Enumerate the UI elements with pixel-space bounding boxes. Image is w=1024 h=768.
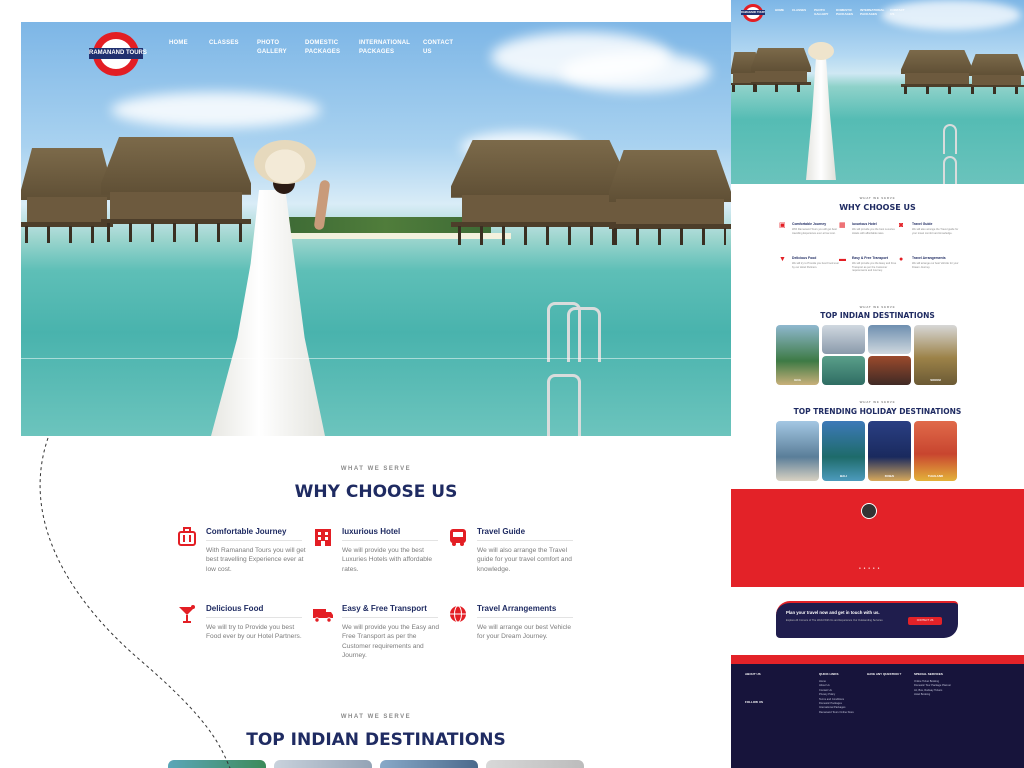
carousel-dots[interactable]: ● ● ● ● ● xyxy=(859,566,880,570)
hotel-icon: ▦ xyxy=(839,222,846,229)
truck-icon: ▬ xyxy=(839,256,846,263)
site-footer: ABOUT US FOLLOW US QUICK LINKS Home Abou… xyxy=(731,655,1024,768)
cocktail-icon: ▼ xyxy=(779,256,786,263)
cta-banner: Plan your travel now and get in touch wi… xyxy=(776,601,958,638)
footer-heading: HAVE ANY QUESTION ? xyxy=(867,672,902,676)
destination-card[interactable] xyxy=(868,356,911,385)
footer-questions: HAVE ANY QUESTION ? xyxy=(867,672,901,680)
destination-label: SIKKIM xyxy=(930,378,941,382)
nav-international-packages[interactable]: INTERNATIONAL PACKAGES xyxy=(860,8,884,23)
footer-heading: FOLLOW US xyxy=(745,700,763,704)
destination-label: THAILAND xyxy=(927,474,944,478)
full-page-preview: RAMANAND TOURS HOME CLASSES PHOTO GALLER… xyxy=(731,0,1024,768)
section-eyebrow: WHAT WE SERVE xyxy=(859,196,896,200)
feature-title: Comfortable Journey xyxy=(792,222,827,226)
globe-icon: ● xyxy=(899,256,904,263)
logo-text: RAMANAND TOURS xyxy=(741,10,765,15)
destination-card[interactable] xyxy=(776,421,819,481)
contact-us-button[interactable]: CONTACT US xyxy=(908,617,942,625)
feature-text: We will arrange our best Vehicle for you… xyxy=(912,262,959,269)
feature-text: We will try to Provide you best Food eve… xyxy=(792,262,840,269)
feature-text: We will provide you the Easy and Free Tr… xyxy=(852,262,897,273)
feature-title: Travel Guide xyxy=(912,222,933,226)
destination-card[interactable] xyxy=(822,356,865,385)
avatar xyxy=(861,503,877,519)
screenshot-stage: RAMANAND TOURS HOME CLASSES PHOTO GALLER… xyxy=(0,0,1024,768)
destination-label: DUBAI xyxy=(884,474,895,478)
feature-title: Travel Arrangements xyxy=(912,256,946,260)
footer-heading: ABOUT US xyxy=(745,672,761,676)
destination-card[interactable]: BALI xyxy=(822,421,865,481)
destination-card[interactable]: SIKKIM xyxy=(914,325,957,385)
luggage-icon: ▣ xyxy=(779,222,786,229)
feature-text: We will also arrange the Travel guide fo… xyxy=(912,228,959,235)
feature-title: Easy & Free Transport xyxy=(852,256,888,260)
brand-logo[interactable]: RAMANAND TOURS xyxy=(741,3,765,23)
section-eyebrow: WHAT WE SERVE xyxy=(859,305,896,309)
water-villa xyxy=(751,48,811,92)
footer-heading: SPECIAL SERVICES xyxy=(914,672,943,676)
footer-special-services: SPECIAL SERVICES Online Ticket Booking D… xyxy=(914,672,951,698)
nav-classes[interactable]: CLASSES xyxy=(792,8,806,23)
cta-subtitle: Explore All Corners of The World With Us… xyxy=(786,619,883,622)
cta-title: Plan your travel now and get in touch wi… xyxy=(786,610,880,615)
feature-text: We will provide you the best Luxuries Ho… xyxy=(852,228,895,235)
destination-label: BALI xyxy=(840,474,847,478)
destination-label: GOA xyxy=(794,378,801,382)
pool-ladder xyxy=(943,124,957,154)
destination-card[interactable] xyxy=(868,325,911,354)
feature-title: Delicious Food xyxy=(792,256,817,260)
section-title: TOP INDIAN DESTINATIONS xyxy=(820,311,935,320)
destination-card[interactable]: DUBAI xyxy=(868,421,911,481)
section-title: WHY CHOOSE US xyxy=(839,203,916,212)
destination-card[interactable]: THAILAND xyxy=(914,421,957,481)
footer-quick-links: QUICK LINKS Home About Us Contact Us Pri… xyxy=(819,672,854,715)
nav-home[interactable]: HOME xyxy=(775,8,784,23)
feature-text: With Ramanand Tours you will get best tr… xyxy=(792,228,837,235)
nav-photo-gallery[interactable]: PHOTO GALLERY xyxy=(814,8,828,23)
nav-menu: HOME CLASSES PHOTO GALLERY DOMESTIC PACK… xyxy=(775,8,912,23)
footer-heading: QUICK LINKS xyxy=(819,672,839,676)
feature-title: luxurious Hotel xyxy=(852,222,877,226)
preview-hero: RAMANAND TOURS HOME CLASSES PHOTO GALLER… xyxy=(731,0,1024,184)
water-villa xyxy=(901,50,973,94)
section-title: TOP TRENDING HOLIDAY DESTINATIONS xyxy=(793,407,962,416)
footer-link[interactable]: Hotel Booking xyxy=(914,693,951,697)
pool-ladder xyxy=(943,156,957,184)
footer-contact-bar xyxy=(731,655,1024,664)
sun-hat xyxy=(808,42,834,60)
destination-card[interactable] xyxy=(822,325,865,354)
preview-navbar: RAMANAND TOURS HOME CLASSES PHOTO GALLER… xyxy=(741,3,912,23)
nav-contact-us[interactable]: CONTACT US xyxy=(890,8,904,23)
testimonial-section: ● ● ● ● ● xyxy=(731,489,1024,587)
destination-card[interactable]: GOA xyxy=(776,325,819,385)
section-eyebrow: WHAT WE SERVE xyxy=(859,400,896,404)
bus-icon: ◙ xyxy=(899,222,904,229)
footer-about: ABOUT US FOLLOW US xyxy=(745,672,763,708)
nav-domestic-packages[interactable]: DOMESTIC PACKAGES xyxy=(836,8,853,23)
footer-link[interactable]: Ramanand Tours Online Store xyxy=(819,711,854,715)
water-villa xyxy=(969,54,1024,94)
